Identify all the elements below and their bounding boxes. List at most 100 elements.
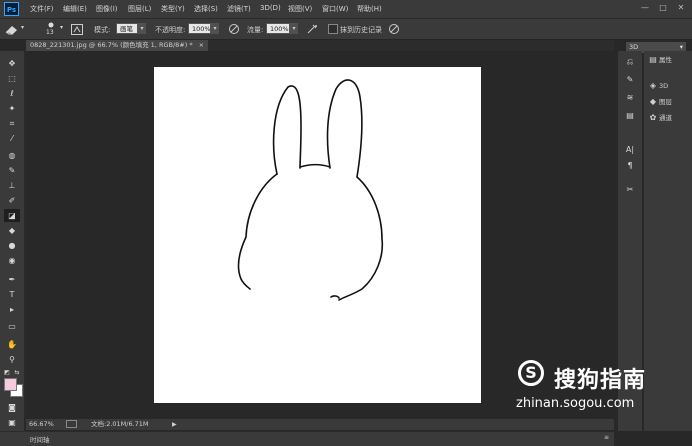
- move-tool-icon[interactable]: ✥: [4, 57, 20, 70]
- document-tab-title: 0828_221301.jpg @ 66.7% (颜色填充 1, RGB/8#)…: [30, 41, 193, 49]
- menu-edit[interactable]: 编辑(E): [63, 4, 87, 14]
- timeline-menu-icon[interactable]: ≡: [604, 434, 609, 441]
- panel-3d-label: 3D: [659, 82, 669, 90]
- panel-3d[interactable]: ◈ 3D: [647, 79, 691, 93]
- options-bar: ▾ 13 ▾ 模式: 画笔 ▾ 不透明度: 100% ▾ 流量: 100% ▾ …: [0, 19, 692, 53]
- rabbit-outline-drawing: [237, 79, 384, 301]
- timeline-tab[interactable]: 时间轴: [30, 434, 50, 444]
- mode-label: 模式:: [94, 26, 111, 34]
- menu-view[interactable]: 视图(V): [288, 4, 312, 14]
- opacity-input[interactable]: 100%: [188, 23, 211, 34]
- close-button[interactable]: ✕: [674, 2, 688, 14]
- screen-mode-icon[interactable]: ▣: [4, 416, 20, 429]
- 3d-icon: ◈: [649, 81, 657, 90]
- paragraph-panel-icon[interactable]: ¶: [622, 159, 638, 173]
- lasso-tool-icon[interactable]: ℓ: [4, 87, 20, 100]
- photoshop-logo: Ps: [4, 2, 19, 16]
- zoom-tool-icon[interactable]: ⚲: [4, 353, 20, 366]
- workspace-value: 3D: [629, 43, 639, 51]
- brush-dot-icon: [48, 22, 54, 28]
- brush-size-value: 13: [46, 29, 54, 36]
- healing-brush-tool-icon[interactable]: ◍: [4, 149, 20, 162]
- document-canvas[interactable]: [154, 67, 481, 403]
- panel-layers-label: 图层: [659, 98, 672, 106]
- menu-image[interactable]: 图像(I): [96, 4, 118, 14]
- menu-window[interactable]: 窗口(W): [322, 4, 348, 14]
- panel-channels[interactable]: ✿ 通道: [647, 111, 691, 125]
- opacity-label: 不透明度:: [155, 26, 186, 34]
- timeline-bar: 时间轴 ≡: [0, 431, 614, 446]
- eraser-tool-icon[interactable]: [4, 23, 20, 35]
- brush-picker-arrow[interactable]: ▾: [60, 24, 63, 31]
- blur-tool-icon[interactable]: ●: [4, 239, 20, 252]
- tools-panel-icon[interactable]: ✂: [622, 183, 638, 197]
- eyedropper-tool-icon[interactable]: ⁄: [4, 132, 20, 145]
- flow-input[interactable]: 100%: [266, 23, 290, 34]
- menu-bar: Ps 文件(F) 编辑(E) 图像(I) 图层(L) 类型(Y) 选择(S) 滤…: [0, 0, 692, 19]
- pressure-size-icon[interactable]: [388, 23, 400, 35]
- document-tab-bar: 0828_221301.jpg @ 66.7% (颜色填充 1, RGB/8#)…: [26, 40, 614, 51]
- properties-icon: ▤: [649, 55, 657, 64]
- zoom-level[interactable]: 66.67%: [29, 419, 54, 430]
- tool-preset-arrow[interactable]: ▾: [21, 24, 24, 31]
- watermark-url: zhinan.sogou.com: [516, 396, 635, 411]
- brush-panel-icon[interactable]: ✎: [622, 73, 638, 87]
- character-panel-icon[interactable]: A|: [622, 143, 638, 157]
- path-selection-tool-icon[interactable]: ▸: [4, 303, 20, 316]
- crop-tool-icon[interactable]: ⌗: [4, 117, 20, 130]
- close-tab-icon[interactable]: ×: [199, 41, 204, 49]
- panel-properties[interactable]: ▤ 属性: [647, 53, 691, 67]
- hand-tool-icon[interactable]: ✋: [4, 338, 20, 351]
- type-tool-icon[interactable]: T: [4, 288, 20, 301]
- export-status-icon[interactable]: [66, 420, 77, 428]
- menu-3d[interactable]: 3D(D): [260, 4, 281, 12]
- brush-tool-icon[interactable]: ✎: [4, 164, 20, 177]
- menu-layer[interactable]: 图层(L): [128, 4, 151, 14]
- toolbox: ✥ ⬚ ℓ ✦ ⌗ ⁄ ◍ ✎ ⊥ ✐ ◪ ◆ ● ◉ ✒ T ▸ ▭ ✋ ⚲ …: [0, 51, 25, 431]
- flow-arrow[interactable]: ▾: [290, 23, 298, 34]
- status-menu-arrow[interactable]: ▶: [172, 419, 177, 430]
- flow-label: 流量:: [247, 26, 264, 34]
- erase-to-history-label: 抹到历史记录: [340, 26, 382, 34]
- watermark-title: 搜狗指南: [554, 368, 647, 393]
- pen-tool-icon[interactable]: ✒: [4, 273, 20, 286]
- document-tab[interactable]: 0828_221301.jpg @ 66.7% (颜色填充 1, RGB/8#)…: [26, 40, 209, 51]
- eraser-tool-icon[interactable]: ◪: [4, 209, 20, 222]
- sogou-watermark: S 搜狗指南 zhinan.sogou.com: [512, 356, 692, 416]
- menu-filter[interactable]: 滤镜(T): [227, 4, 251, 14]
- history-brush-tool-icon[interactable]: ✐: [4, 194, 20, 207]
- panel-layers[interactable]: ◆ 图层: [647, 95, 691, 109]
- status-bar: 66.67% 文档:2.01M/6.71M ▶: [26, 419, 614, 430]
- magic-wand-tool-icon[interactable]: ✦: [4, 102, 20, 115]
- menu-type[interactable]: 类型(Y): [161, 4, 185, 14]
- panel-properties-label: 属性: [659, 56, 672, 64]
- airbrush-icon[interactable]: [306, 23, 318, 35]
- history-panel-icon[interactable]: ⎌: [622, 55, 638, 69]
- mode-select[interactable]: 画笔: [116, 23, 138, 34]
- layers-icon: ◆: [649, 97, 657, 106]
- dodge-tool-icon[interactable]: ◉: [4, 254, 20, 267]
- erase-to-history-checkbox[interactable]: [328, 24, 338, 34]
- opacity-arrow[interactable]: ▾: [211, 23, 219, 34]
- menu-file[interactable]: 文件(F): [30, 4, 54, 14]
- channels-icon: ✿: [649, 113, 657, 122]
- menu-help[interactable]: 帮助(H): [357, 4, 382, 14]
- brush-preset-picker[interactable]: 13: [44, 21, 58, 37]
- minimize-button[interactable]: —: [638, 2, 652, 14]
- pressure-opacity-icon[interactable]: [228, 23, 240, 35]
- quick-mask-icon[interactable]: ◙: [4, 401, 20, 414]
- adjustments-panel-icon[interactable]: ≋: [622, 91, 638, 105]
- foreground-color-swatch[interactable]: [4, 378, 17, 391]
- shape-tool-icon[interactable]: ▭: [4, 320, 20, 333]
- maximize-button[interactable]: □: [656, 2, 670, 14]
- clone-stamp-tool-icon[interactable]: ⊥: [4, 179, 20, 192]
- brush-panel-toggle-icon[interactable]: [71, 24, 83, 35]
- paint-bucket-tool-icon[interactable]: ◆: [4, 224, 20, 237]
- mode-select-arrow[interactable]: ▾: [138, 23, 146, 34]
- sogou-logo-icon: S: [518, 360, 544, 386]
- panel-channels-label: 通道: [659, 114, 672, 122]
- swatches-panel-icon[interactable]: ▤: [622, 109, 638, 123]
- menu-select[interactable]: 选择(S): [194, 4, 218, 14]
- document-size-info: 文档:2.01M/6.71M: [91, 420, 149, 428]
- marquee-tool-icon[interactable]: ⬚: [4, 72, 20, 85]
